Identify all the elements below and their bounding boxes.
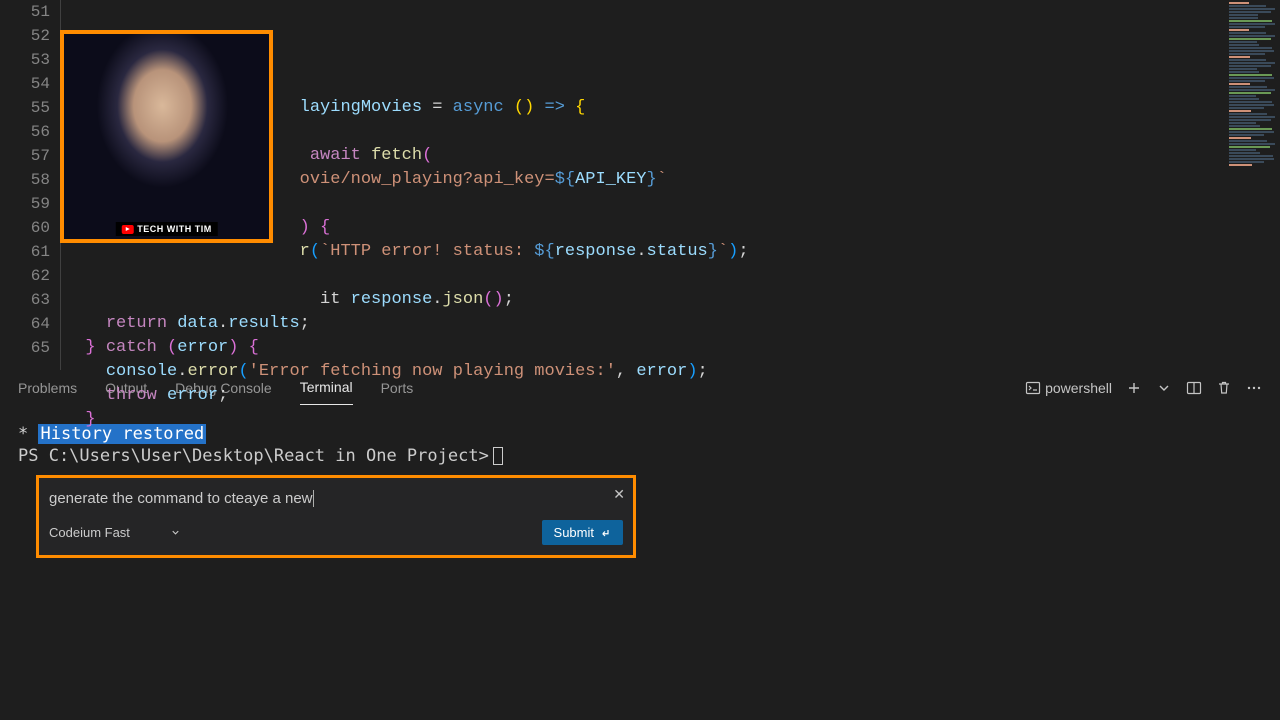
webcam-video-frame: TECH WITH TIM [64, 34, 269, 239]
line-number: 60 [15, 216, 50, 240]
enter-key-icon [599, 527, 611, 539]
chevron-down-icon [170, 527, 181, 538]
code-line[interactable]: return data.results; [65, 312, 1280, 336]
youtube-icon [121, 225, 133, 234]
ai-model-selector[interactable]: Codeium Fast [49, 522, 181, 544]
line-number: 55 [15, 96, 50, 120]
terminal-prompt-line[interactable]: PS C:\Users\User\Desktop\React in One Pr… [18, 445, 1262, 467]
code-line[interactable]: } [65, 408, 1280, 432]
line-number: 58 [15, 168, 50, 192]
code-line[interactable]: } catch (error) { [65, 336, 1280, 360]
line-number: 52 [15, 24, 50, 48]
line-number: 61 [15, 240, 50, 264]
ai-model-label: Codeium Fast [49, 522, 130, 544]
webcam-badge-text: TECH WITH TIM [137, 224, 212, 234]
line-number: 59 [15, 192, 50, 216]
ai-submit-button[interactable]: Submit [542, 520, 623, 545]
submit-label: Submit [554, 525, 594, 540]
code-line[interactable]: r(`HTTP error! status: ${response.status… [65, 240, 1280, 264]
webcam-channel-badge: TECH WITH TIM [115, 222, 218, 236]
ai-input-text: generate the command to cteaye a new [49, 490, 313, 507]
line-number: 62 [15, 264, 50, 288]
line-number: 54 [15, 72, 50, 96]
line-number: 64 [15, 312, 50, 336]
text-cursor [313, 490, 315, 507]
code-line[interactable]: throw error; [65, 384, 1280, 408]
line-number: 51 [15, 0, 50, 24]
line-number: 65 [15, 336, 50, 360]
terminal-cursor [493, 447, 503, 465]
editor-left-strip [0, 0, 15, 370]
line-number: 53 [15, 48, 50, 72]
ai-box-close-button[interactable]: ✕ [613, 483, 625, 505]
webcam-overlay: TECH WITH TIM [60, 30, 273, 243]
code-line[interactable]: it response.json(); [65, 288, 1280, 312]
terminal-prompt: PS C:\Users\User\Desktop\React in One Pr… [18, 446, 489, 466]
line-number-gutter: 515253545556575859606162636465 [15, 0, 60, 370]
line-number: 63 [15, 288, 50, 312]
code-line[interactable] [65, 264, 1280, 288]
history-star: * [18, 424, 38, 444]
code-line[interactable]: console.error('Error fetching now playin… [65, 360, 1280, 384]
ai-command-box: ✕ generate the command to cteaye a new C… [36, 475, 636, 558]
ai-input[interactable]: generate the command to cteaye a new [49, 486, 623, 520]
line-number: 57 [15, 144, 50, 168]
line-number: 56 [15, 120, 50, 144]
minimap[interactable] [1225, 0, 1280, 370]
